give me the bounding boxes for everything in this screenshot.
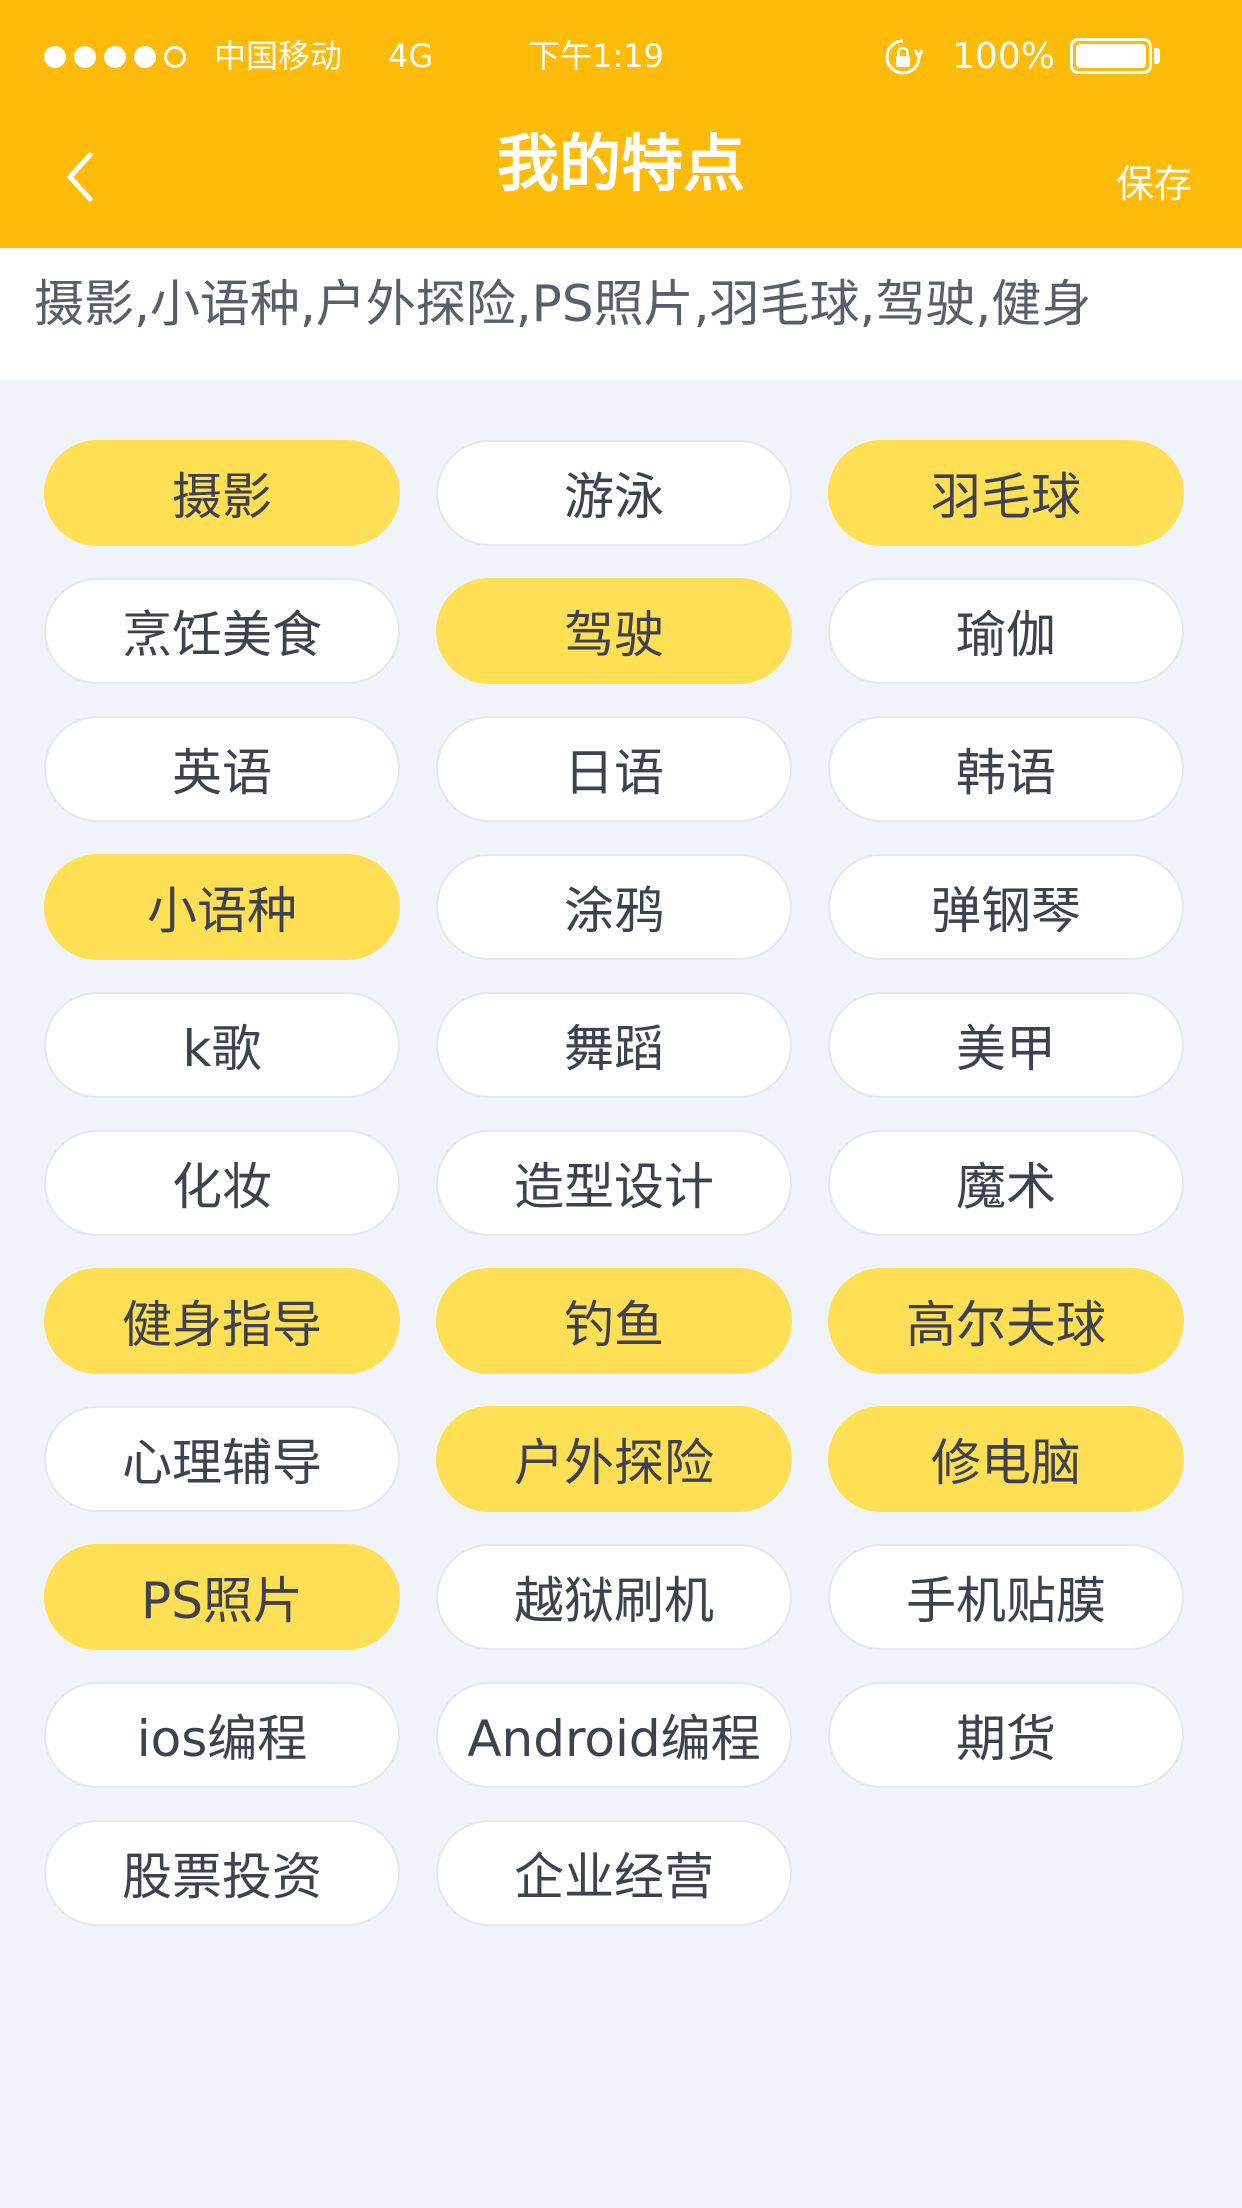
tag-chip[interactable]: ios编程 (44, 1682, 400, 1788)
tag-chip[interactable]: 驾驶 (436, 578, 792, 684)
battery-icon (1070, 38, 1152, 74)
signal-dot (164, 46, 186, 68)
tag-chip[interactable]: 修电脑 (828, 1406, 1184, 1512)
signal-dot (104, 46, 126, 68)
tag-chip[interactable]: 魔术 (828, 1130, 1184, 1236)
tag-chip[interactable]: 越狱刷机 (436, 1544, 792, 1650)
tag-chip[interactable]: PS照片 (44, 1544, 400, 1650)
tag-chip[interactable]: 英语 (44, 716, 400, 822)
signal-strength-icon (44, 46, 186, 68)
signal-dot (44, 46, 66, 68)
tag-chip[interactable]: 美甲 (828, 992, 1184, 1098)
tag-chip[interactable]: k歌 (44, 992, 400, 1098)
tag-chip[interactable]: 造型设计 (436, 1130, 792, 1236)
tag-chip[interactable]: 涂鸦 (436, 854, 792, 960)
selected-summary: 摄影,小语种,户外探险,PS照片,羽毛球,驾驶,健身 (0, 248, 1242, 380)
tag-chip[interactable]: 摄影 (44, 440, 400, 546)
tag-chip[interactable]: Android编程 (436, 1682, 792, 1788)
tag-chip[interactable]: 瑜伽 (828, 578, 1184, 684)
header: 中国移动 4G 下午1:19 100% 我的特点 保存 (0, 0, 1242, 248)
tag-chip[interactable]: 化妆 (44, 1130, 400, 1236)
network-type: 4G (388, 37, 434, 75)
tag-chip[interactable]: 户外探险 (436, 1406, 792, 1512)
tag-chip[interactable]: 企业经营 (436, 1820, 792, 1926)
battery-percentage: 100% (952, 36, 1055, 77)
tag-chip[interactable]: 日语 (436, 716, 792, 822)
status-time: 下午1:19 (528, 37, 664, 75)
tag-chip[interactable]: 手机贴膜 (828, 1544, 1184, 1650)
page-title: 我的特点 (496, 127, 745, 200)
back-button[interactable] (40, 132, 120, 222)
status-bar: 中国移动 4G 下午1:19 100% (0, 0, 1242, 112)
tag-chip[interactable]: 小语种 (44, 854, 400, 960)
tag-chip[interactable]: 期货 (828, 1682, 1184, 1788)
tag-chip[interactable]: 健身指导 (44, 1268, 400, 1374)
tag-chip[interactable]: 高尔夫球 (828, 1268, 1184, 1374)
selected-summary-text: 摄影,小语种,户外探险,PS照片,羽毛球,驾驶,健身 (34, 275, 1092, 333)
tag-grid: 摄影 游泳 羽毛球烹饪美食 驾驶 瑜伽英语 日语 韩语小语种 涂鸦 弹钢琴 k歌 舞蹈 美甲化妆 造型设… (44, 440, 1188, 1926)
tag-chip[interactable]: 心理辅导 (44, 1406, 400, 1512)
rotation-lock-icon (885, 39, 924, 75)
tag-chip[interactable]: 羽毛球 (828, 440, 1184, 546)
tag-chip[interactable]: 股票投资 (44, 1820, 400, 1926)
chevron-left-icon (67, 152, 93, 202)
nav-bar: 我的特点 保存 (0, 112, 1242, 248)
battery-cap (1154, 48, 1160, 64)
signal-dot (134, 46, 156, 68)
tag-chip[interactable]: 舞蹈 (436, 992, 792, 1098)
tag-chip[interactable]: 游泳 (436, 440, 792, 546)
tag-chip[interactable]: 烹饪美食 (44, 578, 400, 684)
signal-dot (74, 46, 96, 68)
tag-chip[interactable]: 钓鱼 (436, 1268, 792, 1374)
tag-chip[interactable]: 韩语 (828, 716, 1184, 822)
carrier-name: 中国移动 (214, 37, 343, 75)
save-button[interactable]: 保存 (1116, 160, 1192, 208)
battery-fill (1076, 44, 1146, 68)
tag-chip[interactable]: 弹钢琴 (828, 854, 1184, 960)
